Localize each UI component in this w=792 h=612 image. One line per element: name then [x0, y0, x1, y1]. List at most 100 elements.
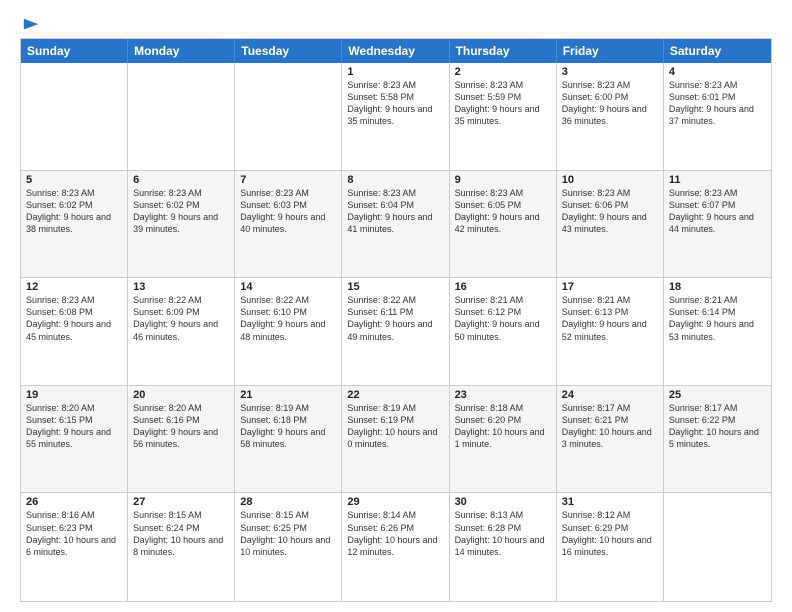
day-number: 1 — [347, 66, 443, 78]
calendar-cell — [21, 63, 128, 170]
day-info: Sunrise: 8:23 AM Sunset: 5:58 PM Dayligh… — [347, 79, 443, 128]
calendar-cell: 4Sunrise: 8:23 AM Sunset: 6:01 PM Daylig… — [664, 63, 771, 170]
calendar-cell: 10Sunrise: 8:23 AM Sunset: 6:06 PM Dayli… — [557, 171, 664, 278]
calendar-cell: 31Sunrise: 8:12 AM Sunset: 6:29 PM Dayli… — [557, 493, 664, 601]
calendar-cell: 11Sunrise: 8:23 AM Sunset: 6:07 PM Dayli… — [664, 171, 771, 278]
day-info: Sunrise: 8:12 AM Sunset: 6:29 PM Dayligh… — [562, 509, 658, 558]
day-info: Sunrise: 8:19 AM Sunset: 6:19 PM Dayligh… — [347, 402, 443, 451]
header — [20, 16, 772, 30]
calendar-cell: 24Sunrise: 8:17 AM Sunset: 6:21 PM Dayli… — [557, 386, 664, 493]
calendar-week: 12Sunrise: 8:23 AM Sunset: 6:08 PM Dayli… — [21, 278, 771, 386]
day-info: Sunrise: 8:21 AM Sunset: 6:12 PM Dayligh… — [455, 294, 551, 343]
day-info: Sunrise: 8:20 AM Sunset: 6:16 PM Dayligh… — [133, 402, 229, 451]
day-number: 24 — [562, 389, 658, 401]
calendar-week: 26Sunrise: 8:16 AM Sunset: 6:23 PM Dayli… — [21, 493, 771, 601]
day-info: Sunrise: 8:23 AM Sunset: 6:00 PM Dayligh… — [562, 79, 658, 128]
day-info: Sunrise: 8:22 AM Sunset: 6:11 PM Dayligh… — [347, 294, 443, 343]
day-number: 28 — [240, 496, 336, 508]
day-info: Sunrise: 8:22 AM Sunset: 6:10 PM Dayligh… — [240, 294, 336, 343]
day-info: Sunrise: 8:13 AM Sunset: 6:28 PM Dayligh… — [455, 509, 551, 558]
day-number: 29 — [347, 496, 443, 508]
calendar-week: 19Sunrise: 8:20 AM Sunset: 6:15 PM Dayli… — [21, 386, 771, 494]
calendar-cell: 29Sunrise: 8:14 AM Sunset: 6:26 PM Dayli… — [342, 493, 449, 601]
day-number: 27 — [133, 496, 229, 508]
calendar-body: 1Sunrise: 8:23 AM Sunset: 5:58 PM Daylig… — [21, 63, 771, 601]
day-number: 23 — [455, 389, 551, 401]
calendar: SundayMondayTuesdayWednesdayThursdayFrid… — [20, 38, 772, 602]
calendar-cell: 23Sunrise: 8:18 AM Sunset: 6:20 PM Dayli… — [450, 386, 557, 493]
day-number: 12 — [26, 281, 122, 293]
calendar-cell: 14Sunrise: 8:22 AM Sunset: 6:10 PM Dayli… — [235, 278, 342, 385]
day-info: Sunrise: 8:23 AM Sunset: 6:06 PM Dayligh… — [562, 187, 658, 236]
day-number: 20 — [133, 389, 229, 401]
calendar-cell: 8Sunrise: 8:23 AM Sunset: 6:04 PM Daylig… — [342, 171, 449, 278]
logo-flag-icon — [22, 16, 40, 34]
day-info: Sunrise: 8:21 AM Sunset: 6:14 PM Dayligh… — [669, 294, 766, 343]
calendar-cell: 25Sunrise: 8:17 AM Sunset: 6:22 PM Dayli… — [664, 386, 771, 493]
calendar-cell: 9Sunrise: 8:23 AM Sunset: 6:05 PM Daylig… — [450, 171, 557, 278]
calendar-cell: 1Sunrise: 8:23 AM Sunset: 5:58 PM Daylig… — [342, 63, 449, 170]
calendar-cell: 18Sunrise: 8:21 AM Sunset: 6:14 PM Dayli… — [664, 278, 771, 385]
day-number: 15 — [347, 281, 443, 293]
day-number: 18 — [669, 281, 766, 293]
day-number: 8 — [347, 174, 443, 186]
calendar-cell: 3Sunrise: 8:23 AM Sunset: 6:00 PM Daylig… — [557, 63, 664, 170]
calendar-cell: 6Sunrise: 8:23 AM Sunset: 6:02 PM Daylig… — [128, 171, 235, 278]
day-info: Sunrise: 8:23 AM Sunset: 5:59 PM Dayligh… — [455, 79, 551, 128]
day-number: 26 — [26, 496, 122, 508]
day-info: Sunrise: 8:19 AM Sunset: 6:18 PM Dayligh… — [240, 402, 336, 451]
calendar-header-day: Saturday — [664, 39, 771, 63]
day-number: 31 — [562, 496, 658, 508]
calendar-cell: 5Sunrise: 8:23 AM Sunset: 6:02 PM Daylig… — [21, 171, 128, 278]
day-info: Sunrise: 8:23 AM Sunset: 6:03 PM Dayligh… — [240, 187, 336, 236]
day-info: Sunrise: 8:21 AM Sunset: 6:13 PM Dayligh… — [562, 294, 658, 343]
calendar-header-day: Friday — [557, 39, 664, 63]
day-number: 13 — [133, 281, 229, 293]
day-number: 25 — [669, 389, 766, 401]
page: SundayMondayTuesdayWednesdayThursdayFrid… — [0, 0, 792, 612]
day-info: Sunrise: 8:20 AM Sunset: 6:15 PM Dayligh… — [26, 402, 122, 451]
day-info: Sunrise: 8:23 AM Sunset: 6:02 PM Dayligh… — [26, 187, 122, 236]
calendar-cell: 26Sunrise: 8:16 AM Sunset: 6:23 PM Dayli… — [21, 493, 128, 601]
day-number: 10 — [562, 174, 658, 186]
calendar-cell: 17Sunrise: 8:21 AM Sunset: 6:13 PM Dayli… — [557, 278, 664, 385]
day-info: Sunrise: 8:23 AM Sunset: 6:05 PM Dayligh… — [455, 187, 551, 236]
calendar-cell: 28Sunrise: 8:15 AM Sunset: 6:25 PM Dayli… — [235, 493, 342, 601]
day-info: Sunrise: 8:18 AM Sunset: 6:20 PM Dayligh… — [455, 402, 551, 451]
day-info: Sunrise: 8:17 AM Sunset: 6:21 PM Dayligh… — [562, 402, 658, 451]
day-number: 16 — [455, 281, 551, 293]
logo — [20, 16, 40, 30]
day-number: 14 — [240, 281, 336, 293]
calendar-cell: 27Sunrise: 8:15 AM Sunset: 6:24 PM Dayli… — [128, 493, 235, 601]
day-number: 22 — [347, 389, 443, 401]
calendar-cell: 20Sunrise: 8:20 AM Sunset: 6:16 PM Dayli… — [128, 386, 235, 493]
calendar-cell: 21Sunrise: 8:19 AM Sunset: 6:18 PM Dayli… — [235, 386, 342, 493]
calendar-header-day: Monday — [128, 39, 235, 63]
calendar-header-day: Wednesday — [342, 39, 449, 63]
calendar-cell — [664, 493, 771, 601]
day-number: 7 — [240, 174, 336, 186]
calendar-cell: 2Sunrise: 8:23 AM Sunset: 5:59 PM Daylig… — [450, 63, 557, 170]
calendar-header-day: Thursday — [450, 39, 557, 63]
day-info: Sunrise: 8:22 AM Sunset: 6:09 PM Dayligh… — [133, 294, 229, 343]
day-number: 30 — [455, 496, 551, 508]
day-info: Sunrise: 8:23 AM Sunset: 6:08 PM Dayligh… — [26, 294, 122, 343]
calendar-cell: 16Sunrise: 8:21 AM Sunset: 6:12 PM Dayli… — [450, 278, 557, 385]
day-number: 11 — [669, 174, 766, 186]
day-number: 3 — [562, 66, 658, 78]
calendar-cell — [128, 63, 235, 170]
calendar-week: 5Sunrise: 8:23 AM Sunset: 6:02 PM Daylig… — [21, 171, 771, 279]
calendar-cell: 19Sunrise: 8:20 AM Sunset: 6:15 PM Dayli… — [21, 386, 128, 493]
day-info: Sunrise: 8:17 AM Sunset: 6:22 PM Dayligh… — [669, 402, 766, 451]
calendar-header-day: Tuesday — [235, 39, 342, 63]
calendar-cell: 15Sunrise: 8:22 AM Sunset: 6:11 PM Dayli… — [342, 278, 449, 385]
day-info: Sunrise: 8:14 AM Sunset: 6:26 PM Dayligh… — [347, 509, 443, 558]
day-info: Sunrise: 8:23 AM Sunset: 6:07 PM Dayligh… — [669, 187, 766, 236]
calendar-cell: 22Sunrise: 8:19 AM Sunset: 6:19 PM Dayli… — [342, 386, 449, 493]
day-info: Sunrise: 8:15 AM Sunset: 6:24 PM Dayligh… — [133, 509, 229, 558]
day-number: 21 — [240, 389, 336, 401]
day-number: 5 — [26, 174, 122, 186]
calendar-cell: 7Sunrise: 8:23 AM Sunset: 6:03 PM Daylig… — [235, 171, 342, 278]
day-info: Sunrise: 8:15 AM Sunset: 6:25 PM Dayligh… — [240, 509, 336, 558]
day-number: 4 — [669, 66, 766, 78]
